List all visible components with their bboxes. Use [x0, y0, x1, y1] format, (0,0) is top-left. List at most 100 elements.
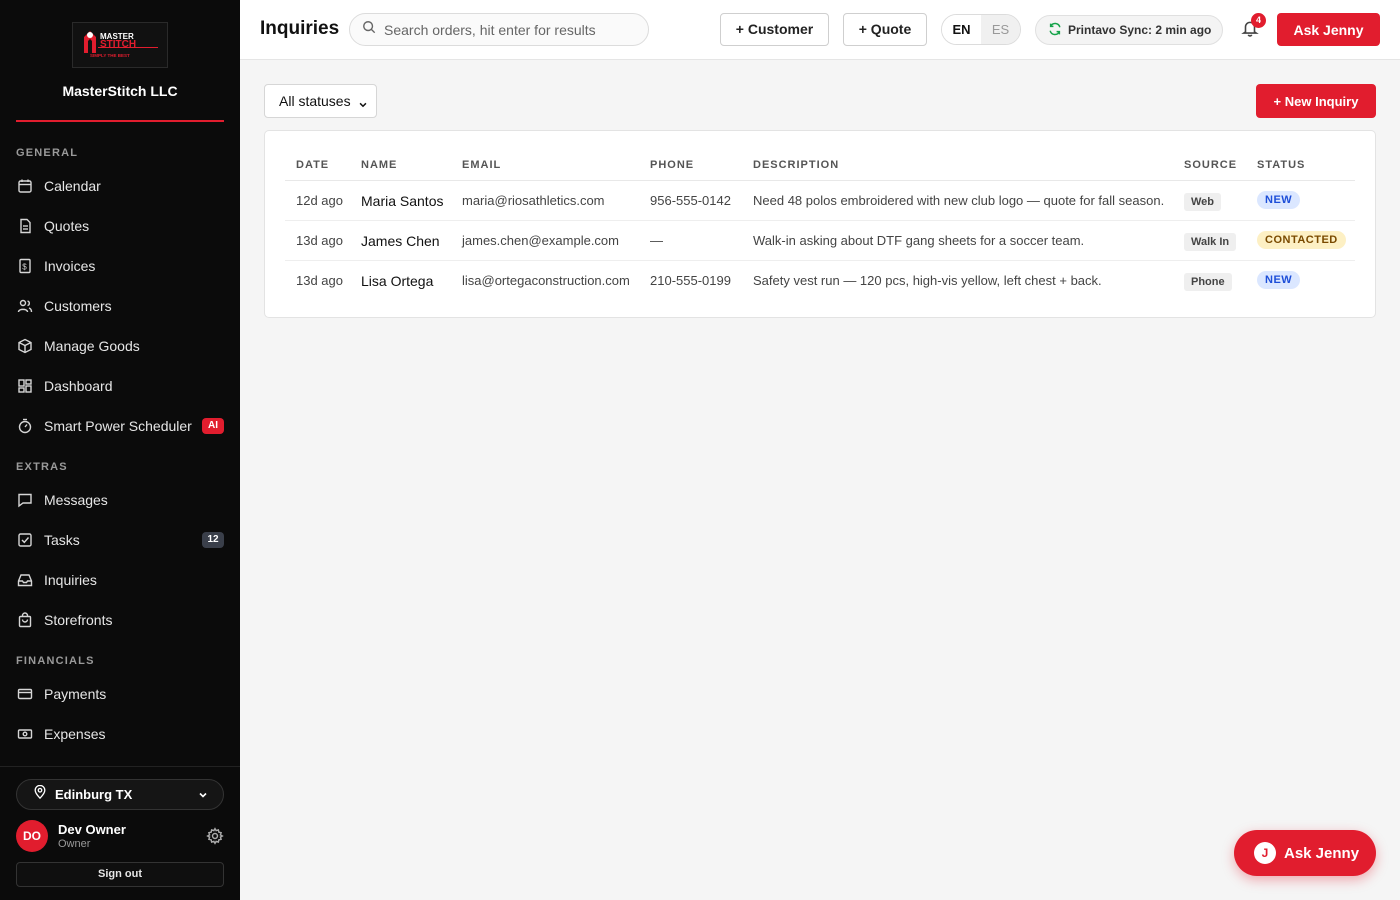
new-inquiry-button[interactable]: + New Inquiry — [1256, 84, 1376, 118]
timer-icon — [16, 417, 34, 435]
lang-es-option[interactable]: ES — [981, 15, 1020, 44]
table-row[interactable]: 13d ago Lisa Ortega lisa@ortegaconstruct… — [265, 261, 1377, 301]
add-quote-button[interactable]: + Quote — [843, 13, 927, 46]
column-header-date[interactable]: DATE — [296, 159, 329, 171]
checkbox-icon — [16, 531, 34, 549]
location-label: Edinburg TX — [55, 787, 133, 802]
sidebar-item-label: Storefronts — [44, 612, 113, 628]
sidebar: MASTER STITCH SIMPLY THE BEST MasterStit… — [0, 0, 240, 900]
sidebar-item-payments[interactable]: Payments — [0, 676, 240, 712]
sidebar-item-label: Smart Power Scheduler — [44, 418, 192, 434]
ask-jenny-fab[interactable]: J Ask Jenny — [1234, 830, 1376, 876]
search-box[interactable] — [349, 13, 649, 46]
ask-jenny-button[interactable]: Ask Jenny — [1277, 13, 1380, 46]
sidebar-item-label: Quotes — [44, 218, 90, 234]
cell-description: Walk-in asking about DTF gang sheets for… — [753, 233, 1085, 248]
sidebar-item-label: Messages — [44, 492, 108, 508]
column-header-status[interactable]: STATUS — [1257, 159, 1305, 171]
sync-status[interactable]: Printavo Sync: 2 min ago — [1035, 15, 1223, 45]
cell-date: 13d ago — [296, 273, 343, 288]
table-row[interactable]: 13d ago James Chen james.chen@example.co… — [265, 221, 1377, 261]
status-filter-select[interactable]: All statuses — [264, 84, 377, 118]
chevron-down-icon — [197, 788, 209, 806]
users-icon — [16, 297, 34, 315]
sidebar-item-tasks[interactable]: Tasks 12 — [0, 522, 240, 558]
sidebar-item-label: Expenses — [44, 726, 106, 742]
sidebar-divider — [0, 766, 240, 767]
sidebar-item-manage-goods[interactable]: Manage Goods — [0, 328, 240, 364]
sidebar-item-label: Tasks — [44, 532, 80, 548]
document-icon — [16, 217, 34, 235]
sidebar-item-label: Invoices — [44, 258, 96, 274]
user-role: Owner — [58, 838, 91, 850]
inquiries-table: DATE NAME EMAIL PHONE DESCRIPTION SOURCE… — [264, 130, 1376, 318]
column-header-email[interactable]: EMAIL — [462, 159, 501, 171]
search-icon — [362, 20, 376, 39]
add-customer-button[interactable]: + Customer — [720, 13, 829, 46]
sidebar-item-label: Inquiries — [44, 572, 97, 588]
sidebar-item-invoices[interactable]: $ Invoices — [0, 248, 240, 284]
cell-email[interactable]: lisa@ortegaconstruction.com — [462, 273, 630, 288]
cell-name: James Chen — [361, 233, 440, 249]
cell-email[interactable]: maria@riosathletics.com — [462, 193, 605, 208]
sync-icon — [1048, 22, 1062, 39]
cell-phone: 956-555-0142 — [650, 193, 731, 208]
sidebar-item-customers[interactable]: Customers — [0, 288, 240, 324]
column-header-name[interactable]: NAME — [361, 159, 397, 171]
cell-description: Need 48 polos embroidered with new club … — [753, 193, 1165, 208]
sidebar-item-inquiries[interactable]: Inquiries — [0, 562, 240, 598]
sign-out-button[interactable]: Sign out — [16, 862, 224, 887]
svg-text:$: $ — [22, 263, 27, 272]
section-label-financials: FINANCIALS — [16, 655, 95, 667]
sidebar-item-smart-power-scheduler[interactable]: Smart Power Scheduler AI — [0, 408, 240, 444]
gear-icon[interactable] — [206, 827, 224, 850]
section-label-general: GENERAL — [16, 147, 79, 159]
search-input[interactable] — [384, 21, 634, 38]
sidebar-item-label: Manage Goods — [44, 338, 140, 354]
sidebar-item-calendar[interactable]: Calendar — [0, 168, 240, 204]
sidebar-item-label: Dashboard — [44, 378, 113, 394]
sidebar-item-storefronts[interactable]: Storefronts — [0, 602, 240, 638]
sidebar-item-dashboard[interactable]: Dashboard — [0, 368, 240, 404]
source-badge: Web — [1184, 193, 1222, 211]
status-filter-value: All statuses — [279, 93, 351, 109]
brand-logo[interactable]: MASTER STITCH SIMPLY THE BEST — [72, 22, 168, 68]
cash-icon — [16, 725, 34, 743]
cell-date: 12d ago — [296, 193, 343, 208]
location-selector[interactable]: Edinburg TX — [16, 779, 224, 810]
column-header-phone[interactable]: PHONE — [650, 159, 694, 171]
section-label-extras: EXTRAS — [16, 461, 68, 473]
org-divider — [16, 120, 224, 122]
cell-name: Maria Santos — [361, 193, 444, 209]
bag-icon — [16, 611, 34, 629]
org-name: MasterStitch LLC — [62, 83, 178, 99]
ask-jenny-fab-label: Ask Jenny — [1284, 844, 1360, 862]
cell-email[interactable]: james.chen@example.com — [462, 233, 619, 248]
avatar[interactable]: DO — [16, 820, 48, 852]
column-header-description[interactable]: DESCRIPTION — [753, 159, 839, 171]
cell-phone: — — [650, 233, 663, 248]
sidebar-item-label: Payments — [44, 686, 107, 702]
sidebar-item-quotes[interactable]: Quotes — [0, 208, 240, 244]
status-badge: NEW — [1257, 271, 1301, 289]
lang-en-option[interactable]: EN — [942, 15, 981, 44]
invoice-icon: $ — [16, 257, 34, 275]
box-icon — [16, 337, 34, 355]
notification-count-badge: 4 — [1251, 13, 1266, 28]
sidebar-item-expenses[interactable]: Expenses — [0, 716, 240, 752]
chevron-down-icon — [358, 97, 368, 113]
dashboard-icon — [16, 377, 34, 395]
language-toggle: EN ES — [941, 14, 1021, 45]
calendar-icon — [16, 177, 34, 195]
logo-tag-text: SIMPLY THE BEST — [90, 53, 130, 58]
cell-date: 13d ago — [296, 233, 343, 248]
top-bar: Inquiries + Customer + Quote EN ES Print… — [240, 0, 1400, 60]
source-badge: Phone — [1184, 273, 1232, 291]
sidebar-item-messages[interactable]: Messages — [0, 482, 240, 518]
logo-main-text: STITCH — [100, 39, 136, 50]
cell-description: Safety vest run — 120 pcs, high-vis yell… — [753, 273, 1102, 288]
ai-badge: AI — [202, 418, 224, 434]
column-header-source[interactable]: SOURCE — [1184, 159, 1237, 171]
source-badge: Walk In — [1184, 233, 1237, 251]
table-row[interactable]: 12d ago Maria Santos maria@riosathletics… — [265, 181, 1377, 221]
